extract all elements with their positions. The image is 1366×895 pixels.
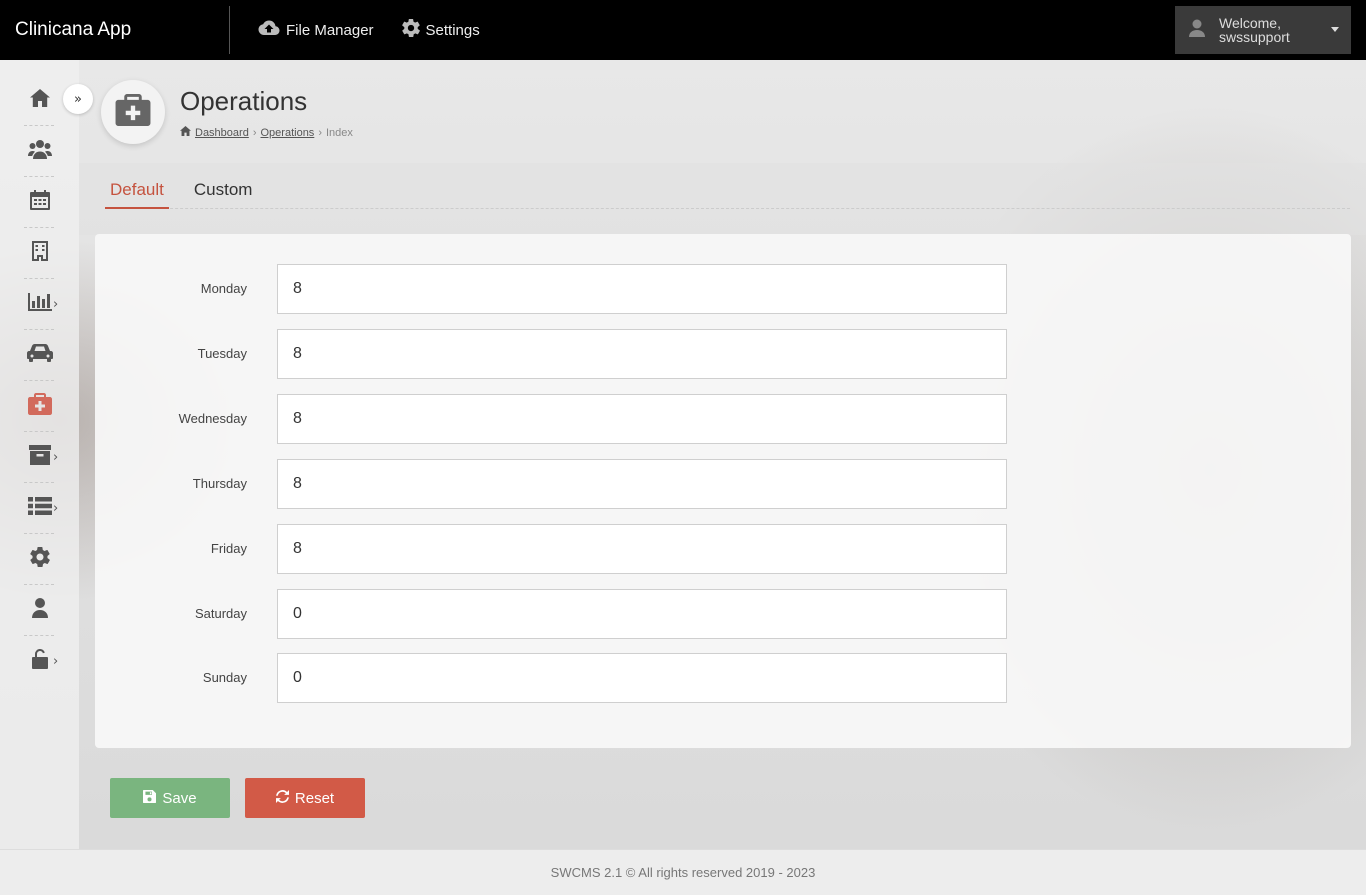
- list-icon: [27, 497, 52, 520]
- sidebar-item-archive[interactable]: ›: [0, 432, 79, 483]
- double-chevron-right-icon: »: [74, 91, 82, 107]
- chevron-right-icon: ›: [53, 501, 59, 516]
- building-icon: [31, 241, 48, 266]
- breadcrumb-dashboard-link[interactable]: Dashboard: [195, 127, 249, 139]
- user-greeting: Welcome, swssupport: [1219, 16, 1290, 44]
- chevron-right-icon: ›: [53, 450, 59, 465]
- floppy-disk-icon: [143, 789, 157, 807]
- page-title: Operations: [180, 86, 308, 116]
- form-row-tuesday: Tuesday: [95, 329, 1351, 379]
- breadcrumb-separator: ›: [318, 126, 322, 139]
- reset-button[interactable]: Reset: [245, 778, 365, 818]
- settings-link[interactable]: Settings: [401, 19, 480, 41]
- breadcrumb: Dashboard › Operations › Index: [180, 126, 353, 139]
- reset-button-label: Reset: [294, 789, 335, 807]
- gear-icon: [401, 19, 420, 41]
- cloud-upload-icon: [258, 20, 280, 40]
- footer-copyright: SWCMS 2.1 © All rights reserved 2019 - 2…: [550, 865, 816, 880]
- refresh-icon: [275, 789, 289, 807]
- chevron-down-icon: [1331, 27, 1339, 32]
- tuesday-label: Tuesday: [197, 346, 247, 361]
- top-nav: File Manager Settings: [258, 19, 480, 41]
- breadcrumb-current: Index: [325, 126, 353, 139]
- unlock-icon: [31, 649, 48, 674]
- footer: SWCMS 2.1 © All rights reserved 2019 - 2…: [0, 849, 1366, 895]
- sidebar: › › › ›: [0, 60, 79, 850]
- user-icon: [1189, 19, 1205, 42]
- form-row-monday: Monday: [95, 264, 1351, 314]
- home-icon: [180, 126, 191, 139]
- sidebar-item-profile[interactable]: [0, 585, 79, 636]
- medkit-icon: [115, 93, 151, 131]
- sidebar-item-reports[interactable]: ›: [0, 279, 79, 330]
- settings-label: Settings: [425, 21, 480, 39]
- tab-default[interactable]: Default: [105, 170, 169, 209]
- breadcrumb-operations-link[interactable]: Operations: [261, 127, 315, 139]
- username-text: swssupport: [1219, 29, 1290, 45]
- working-hours-form: Monday Tuesday Wednesday Thursday Friday…: [95, 234, 1351, 748]
- medkit-icon: [27, 393, 52, 420]
- friday-hours-input[interactable]: [277, 524, 1007, 574]
- friday-label: Friday: [210, 541, 247, 556]
- sidebar-item-operations[interactable]: [0, 381, 79, 432]
- wednesday-label: Wednesday: [178, 411, 247, 426]
- archive-icon: [28, 445, 51, 470]
- form-row-sunday: Sunday: [95, 653, 1351, 703]
- top-navbar: Clinicana App File Manager Settings Welc…: [0, 0, 1366, 60]
- home-icon: [29, 89, 50, 112]
- tab-custom[interactable]: Custom: [189, 170, 258, 209]
- breadcrumb-separator: ›: [252, 126, 257, 139]
- form-row-friday: Friday: [95, 524, 1351, 574]
- app-brand[interactable]: Clinicana App: [0, 6, 230, 54]
- sidebar-item-vehicles[interactable]: [0, 330, 79, 381]
- save-button-label: Save: [162, 789, 197, 807]
- tuesday-hours-input[interactable]: [277, 329, 1007, 379]
- sidebar-item-patients[interactable]: [0, 126, 79, 177]
- file-manager-label: File Manager: [286, 21, 374, 39]
- users-icon: [27, 139, 52, 164]
- save-button[interactable]: Save: [110, 778, 230, 818]
- saturday-hours-input[interactable]: [277, 589, 1007, 639]
- sidebar-item-settings[interactable]: [0, 534, 79, 585]
- monday-hours-input[interactable]: [277, 264, 1007, 314]
- car-icon: [26, 344, 53, 367]
- tab-bar: Default Custom: [105, 170, 1350, 209]
- user-menu-dropdown[interactable]: Welcome, swssupport: [1175, 6, 1351, 54]
- thursday-label: Thursday: [192, 476, 247, 491]
- sunday-hours-input[interactable]: [277, 653, 1007, 703]
- file-manager-link[interactable]: File Manager: [258, 20, 374, 40]
- form-row-wednesday: Wednesday: [95, 394, 1351, 444]
- user-icon: [31, 598, 48, 623]
- sidebar-item-calendar[interactable]: [0, 177, 79, 228]
- sidebar-item-security[interactable]: ›: [0, 636, 79, 687]
- monday-label: Monday: [200, 281, 247, 296]
- sunday-label: Sunday: [202, 670, 247, 685]
- wednesday-hours-input[interactable]: [277, 394, 1007, 444]
- sidebar-toggle-button[interactable]: »: [63, 84, 93, 114]
- page-icon: [101, 80, 165, 144]
- form-row-thursday: Thursday: [95, 459, 1351, 509]
- saturday-label: Saturday: [194, 606, 247, 621]
- gear-icon: [29, 547, 50, 572]
- welcome-text: Welcome,: [1219, 15, 1281, 31]
- sidebar-item-building[interactable]: [0, 228, 79, 279]
- thursday-hours-input[interactable]: [277, 459, 1007, 509]
- chevron-right-icon: ›: [53, 297, 59, 312]
- form-row-saturday: Saturday: [95, 589, 1351, 639]
- sidebar-item-lists[interactable]: ›: [0, 483, 79, 534]
- chevron-right-icon: ›: [53, 654, 59, 669]
- calendar-icon: [29, 190, 50, 215]
- chart-bar-icon: [27, 293, 52, 316]
